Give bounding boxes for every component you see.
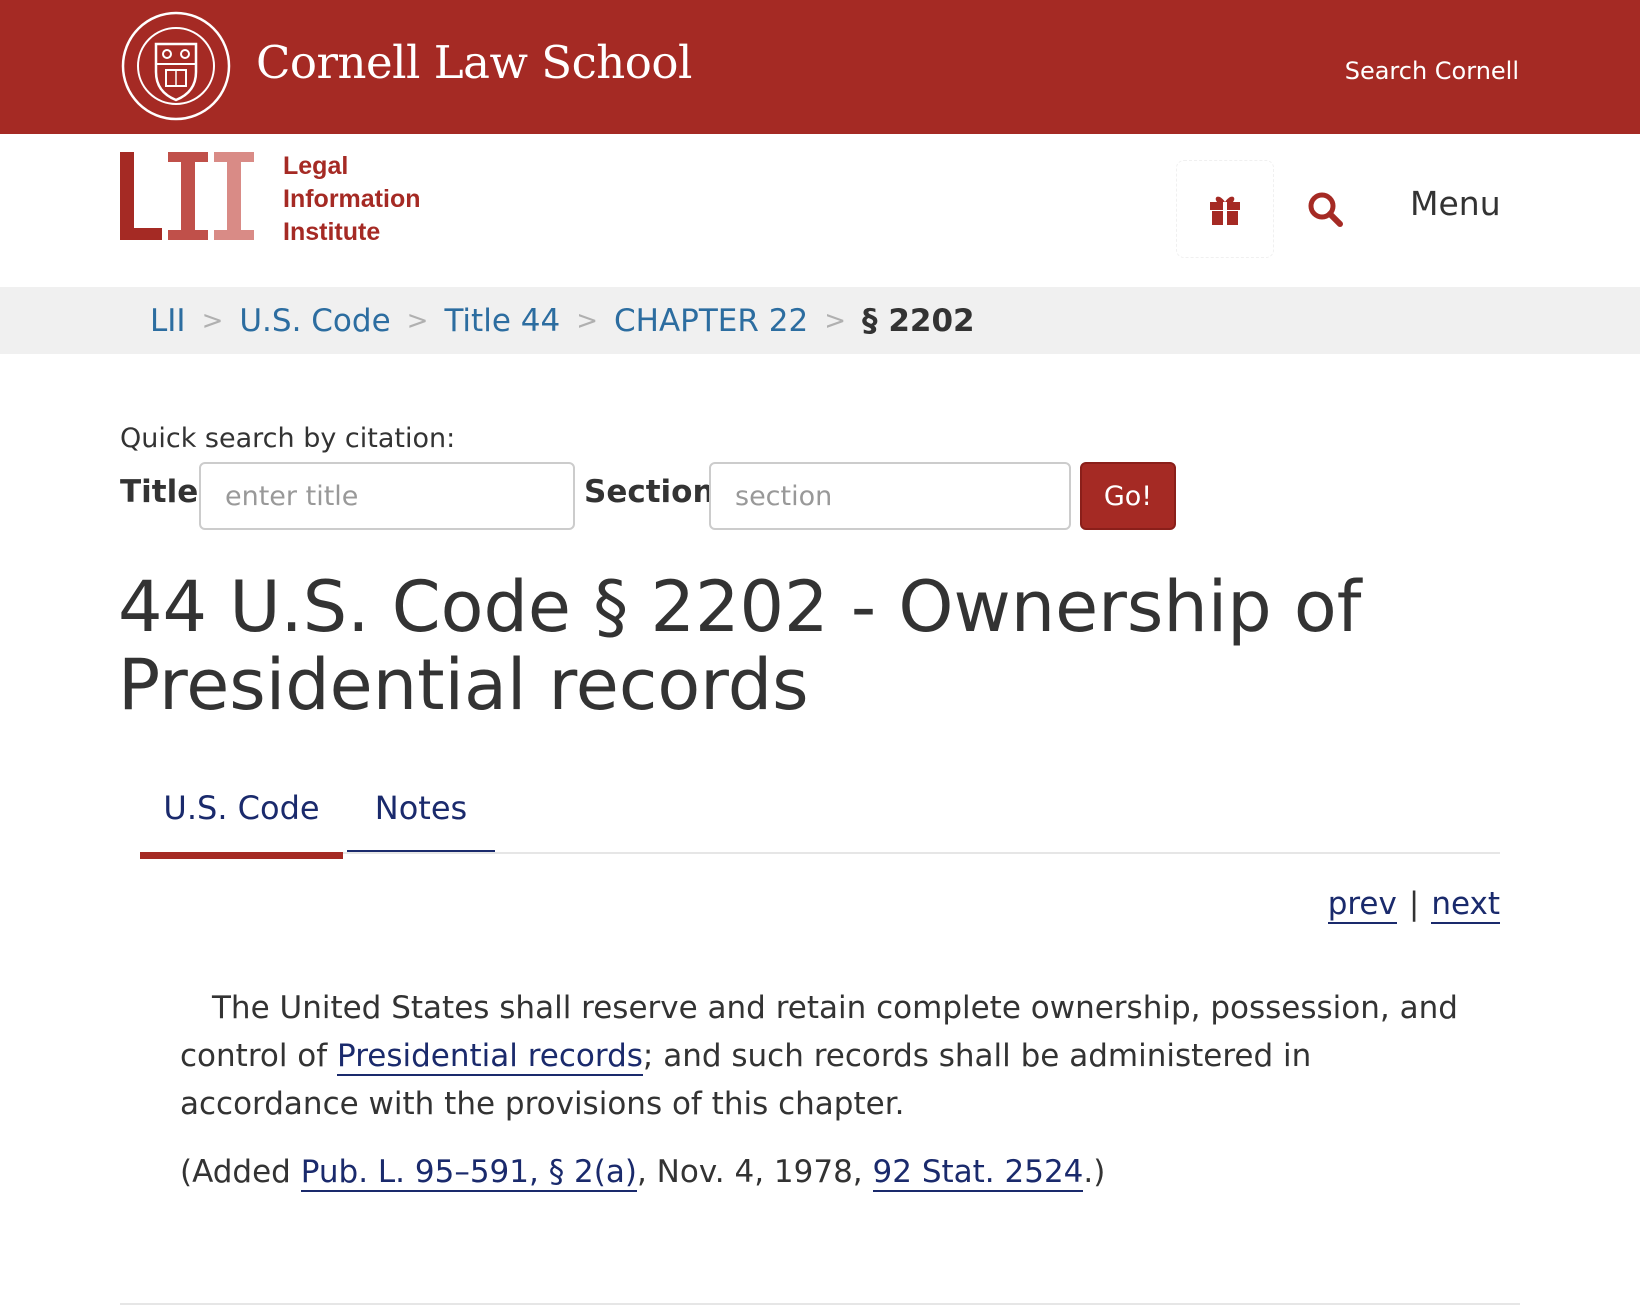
source-text: (Added	[180, 1154, 301, 1190]
source-credit: (Added Pub. L. 95–591, § 2(a), Nov. 4, 1…	[180, 1148, 1480, 1196]
gift-icon	[1210, 196, 1240, 225]
lii-wordmark-line: Information	[283, 185, 421, 213]
breadcrumb-separator: >	[406, 305, 429, 336]
breadcrumb-us-code[interactable]: U.S. Code	[239, 303, 390, 339]
divider	[120, 1303, 1520, 1305]
breadcrumb-separator: >	[201, 305, 224, 336]
page-title: 44 U.S. Code § 2202 - Ownership of Presi…	[118, 566, 1362, 726]
title-field-label: Title	[120, 474, 199, 510]
donate-button[interactable]	[1176, 160, 1274, 258]
tab-notes[interactable]: Notes	[347, 780, 495, 852]
go-button[interactable]: Go!	[1080, 462, 1176, 530]
breadcrumb-current: § 2202	[862, 302, 975, 339]
next-link[interactable]: next	[1431, 886, 1500, 924]
breadcrumb-separator: >	[824, 305, 847, 336]
title-input[interactable]	[199, 462, 575, 530]
tab-bar: U.S. Code Notes	[140, 780, 1500, 859]
lii-wordmark[interactable]: Legal Information Institute	[283, 150, 421, 249]
pager: prev | next	[1327, 886, 1500, 924]
section-input[interactable]	[709, 462, 1071, 530]
section-text: The United States shall reserve and reta…	[180, 984, 1480, 1196]
public-law-link[interactable]: Pub. L. 95–591, § 2(a)	[300, 1154, 637, 1192]
source-text: .)	[1083, 1154, 1106, 1190]
breadcrumb-title-44[interactable]: Title 44	[444, 303, 560, 339]
statutes-at-large-link[interactable]: 92 Stat. 2524	[872, 1154, 1084, 1192]
search-cornell-link[interactable]: Search Cornell	[1345, 57, 1519, 85]
lii-logo-icon[interactable]	[120, 152, 260, 244]
prev-link[interactable]: prev	[1327, 886, 1397, 924]
breadcrumb-lii[interactable]: LII	[150, 303, 186, 339]
cornell-header: Cornell Law School Search Cornell	[0, 0, 1640, 134]
lii-wordmark-line: Institute	[283, 218, 381, 246]
source-text: , Nov. 4, 1978,	[636, 1154, 873, 1190]
quick-search-label: Quick search by citation:	[120, 423, 456, 454]
tab-us-code[interactable]: U.S. Code	[140, 780, 343, 859]
breadcrumb: LII > U.S. Code > Title 44 > CHAPTER 22 …	[0, 287, 1640, 354]
cornell-seal-icon[interactable]	[120, 10, 232, 122]
statute-paragraph: The United States shall reserve and reta…	[180, 984, 1480, 1128]
search-icon[interactable]	[1304, 188, 1348, 232]
presidential-records-link[interactable]: Presidential records	[337, 1038, 643, 1076]
section-field-label: Section	[584, 474, 715, 510]
lii-wordmark-line: Legal	[283, 152, 349, 180]
cornell-law-school-title[interactable]: Cornell Law School	[256, 36, 692, 89]
breadcrumb-chapter-22[interactable]: CHAPTER 22	[614, 303, 808, 339]
breadcrumb-separator: >	[576, 305, 598, 336]
pager-separator: |	[1408, 886, 1420, 922]
menu-button[interactable]: Menu	[1410, 184, 1501, 223]
